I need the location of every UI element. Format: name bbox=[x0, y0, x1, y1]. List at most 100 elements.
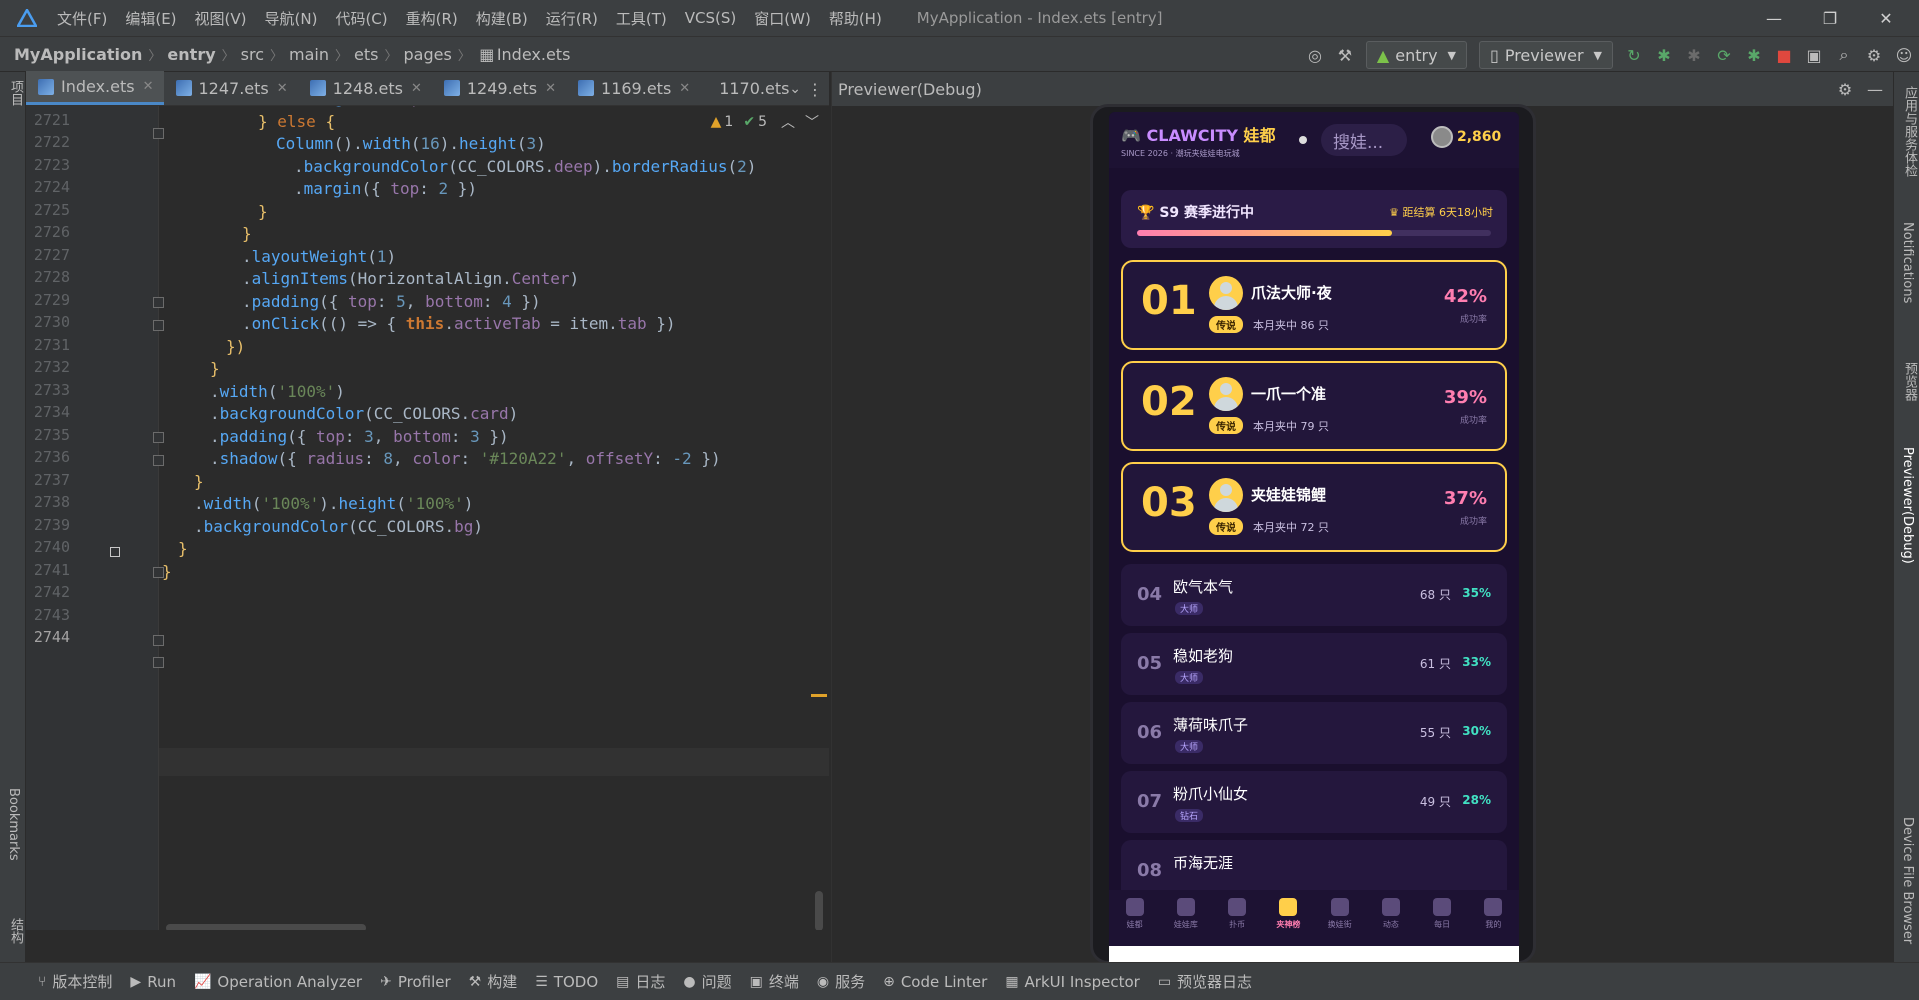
module-select[interactable]: ▲ entry ▼ bbox=[1365, 41, 1468, 69]
hammer-icon[interactable]: ⚒ bbox=[1330, 40, 1360, 70]
device-manager-icon[interactable]: ▣ bbox=[1799, 40, 1829, 70]
tool-notifications[interactable]: Notifications bbox=[1900, 222, 1915, 303]
tool-code-linter[interactable]: ⊕ Code Linter bbox=[883, 973, 987, 991]
tool-structure[interactable]: 结构 bbox=[6, 918, 25, 944]
tool-previewer-log[interactable]: ▭ 预览器日志 bbox=[1158, 971, 1252, 992]
tab-feed[interactable]: 动态 bbox=[1365, 890, 1416, 946]
tab-index-ets[interactable]: Index.ets ✕ bbox=[26, 71, 164, 105]
search-input[interactable]: 搜娃... bbox=[1321, 124, 1407, 156]
breadcrumb-pages[interactable]: pages bbox=[404, 45, 452, 64]
menu-vcs[interactable]: VCS(S) bbox=[676, 9, 745, 27]
account-icon[interactable]: ☺ bbox=[1889, 40, 1919, 70]
menu-help[interactable]: 帮助(H) bbox=[820, 8, 891, 29]
tab-1169-ets[interactable]: 1169.ets ✕ bbox=[566, 71, 700, 105]
breadcrumb-module[interactable]: entry bbox=[167, 45, 215, 64]
tool-todo[interactable]: ☰ TODO bbox=[535, 973, 598, 991]
coin-balance[interactable]: 2,860 bbox=[1431, 126, 1501, 148]
target-icon[interactable]: ◎ bbox=[1300, 40, 1330, 70]
inspection-widget[interactable]: ▲ 1 ✔ 5 ︿ ﹀ bbox=[711, 112, 819, 132]
menu-refactor[interactable]: 重构(R) bbox=[397, 8, 467, 29]
close-tab-icon[interactable]: ✕ bbox=[411, 81, 422, 96]
chevron-down-icon[interactable]: ﹀ bbox=[805, 112, 819, 132]
gear-icon[interactable]: ⚙ bbox=[1859, 40, 1889, 70]
menu-code[interactable]: 代码(C) bbox=[326, 8, 396, 29]
tab-1247-ets[interactable]: 1247.ets ✕ bbox=[164, 71, 298, 105]
tab-1248-ets[interactable]: 1248.ets ✕ bbox=[298, 71, 432, 105]
list-item[interactable]: 04 欧气本气 大师 68 只 35% bbox=[1121, 564, 1507, 626]
tab-leaderboard[interactable]: 夹神榜 bbox=[1263, 890, 1314, 946]
tool-profiler[interactable]: ✈ Profiler bbox=[380, 973, 451, 991]
list-item[interactable]: 07 粉爪小仙女 钻石 49 只 28% bbox=[1121, 771, 1507, 833]
top-rank-card[interactable]: 01 爪法大师·夜 传说 本月夹中 86 只 42% 成功率 bbox=[1121, 260, 1507, 350]
list-item[interactable]: 06 薄荷味爪子 大师 55 只 30% bbox=[1121, 702, 1507, 764]
tab-profile[interactable]: 我的 bbox=[1468, 890, 1519, 946]
device-select[interactable]: ▯ Previewer ▼ bbox=[1479, 41, 1613, 69]
tab-1249-ets[interactable]: 1249.ets ✕ bbox=[432, 71, 566, 105]
tool-build[interactable]: ⚒ 构建 bbox=[469, 971, 518, 992]
tab-coins[interactable]: 扑币 bbox=[1212, 890, 1263, 946]
menu-view[interactable]: 视图(V) bbox=[186, 8, 256, 29]
tab-1170-ets[interactable]: 1170.ets bbox=[700, 71, 795, 105]
close-window-icon[interactable]: ✕ bbox=[1858, 0, 1914, 36]
vertical-scrollbar[interactable] bbox=[815, 891, 823, 930]
breakpoint-slot-icon[interactable] bbox=[110, 547, 120, 557]
breadcrumb-file[interactable]: Index.ets bbox=[497, 45, 571, 64]
more-options-icon[interactable]: ⋮ bbox=[807, 72, 823, 106]
warning-stripe[interactable] bbox=[811, 694, 827, 697]
tool-previewer-debug[interactable]: Previewer(Debug) bbox=[1900, 447, 1915, 564]
tool-version-control[interactable]: ⑂ 版本控制 bbox=[38, 971, 112, 992]
run-icon[interactable]: ↻ bbox=[1619, 40, 1649, 70]
top-rank-card[interactable]: 03 夹娃娃锦鲤 传说 本月夹中 72 只 37% 成功率 bbox=[1121, 462, 1507, 552]
horizontal-scrollbar[interactable] bbox=[166, 924, 366, 930]
rerun-icon[interactable]: ⟳ bbox=[1709, 40, 1739, 70]
tool-device-file-browser[interactable]: Device File Browser bbox=[1900, 817, 1915, 944]
close-tab-icon[interactable]: ✕ bbox=[277, 81, 288, 96]
fold-marker[interactable] bbox=[153, 432, 164, 443]
menu-run[interactable]: 运行(R) bbox=[537, 8, 607, 29]
tool-arkui-inspector[interactable]: ▦ ArkUI Inspector bbox=[1005, 973, 1140, 991]
top-rank-card[interactable]: 02 一爪一个准 传说 本月夹中 79 只 39% 成功率 bbox=[1121, 361, 1507, 451]
gear-icon[interactable]: ⚙ bbox=[1830, 74, 1860, 104]
tool-log[interactable]: ▤ 日志 bbox=[616, 971, 665, 992]
tool-services[interactable]: ◉ 服务 bbox=[817, 971, 865, 992]
tool-run[interactable]: ▶ Run bbox=[130, 973, 176, 991]
list-item[interactable]: 05 稳如老狗 大师 61 只 33% bbox=[1121, 633, 1507, 695]
menu-file[interactable]: 文件(F) bbox=[48, 8, 116, 29]
breadcrumb-project[interactable]: MyApplication bbox=[14, 45, 142, 64]
close-tab-icon[interactable]: ✕ bbox=[545, 81, 556, 96]
tool-operation-analyzer[interactable]: 📈 Operation Analyzer bbox=[194, 973, 362, 991]
tab-doll-library[interactable]: 娃娃库 bbox=[1160, 890, 1211, 946]
fold-marker[interactable] bbox=[153, 635, 164, 646]
tool-terminal[interactable]: ▣ 终端 bbox=[750, 971, 799, 992]
menu-edit[interactable]: 编辑(E) bbox=[116, 8, 185, 29]
fold-marker[interactable] bbox=[153, 128, 164, 139]
chevron-up-icon[interactable]: ︿ bbox=[781, 112, 795, 132]
search-icon[interactable]: ⌕ bbox=[1829, 40, 1859, 70]
tool-previewer[interactable]: 预览器 bbox=[1900, 362, 1919, 401]
tab-daily[interactable]: 每日 bbox=[1417, 890, 1468, 946]
menu-window[interactable]: 窗口(W) bbox=[745, 8, 820, 29]
tab-swap-street[interactable]: 换娃街 bbox=[1314, 890, 1365, 946]
close-tab-icon[interactable]: ✕ bbox=[679, 81, 690, 96]
fold-marker[interactable] bbox=[153, 297, 164, 308]
breadcrumb-ets[interactable]: ets bbox=[354, 45, 378, 64]
fold-marker[interactable] bbox=[153, 320, 164, 331]
minimize-icon[interactable]: — bbox=[1746, 0, 1802, 36]
tool-problems[interactable]: ● 问题 bbox=[683, 971, 731, 992]
breadcrumb-src[interactable]: src bbox=[241, 45, 264, 64]
profile-icon[interactable]: ✱ bbox=[1739, 40, 1769, 70]
debug-icon[interactable]: ✱ bbox=[1649, 40, 1679, 70]
restore-icon[interactable]: ❐ bbox=[1802, 0, 1858, 36]
close-tab-icon[interactable]: ✕ bbox=[143, 79, 154, 94]
attach-debugger-icon[interactable]: ✱ bbox=[1679, 40, 1709, 70]
minimize-panel-icon[interactable]: — bbox=[1860, 74, 1890, 104]
stop-icon[interactable]: ■ bbox=[1769, 40, 1799, 70]
menu-tools[interactable]: 工具(T) bbox=[607, 8, 676, 29]
breadcrumb-main[interactable]: main bbox=[289, 45, 329, 64]
tool-app-health[interactable]: 应用与服务体检 bbox=[1900, 86, 1919, 177]
tool-project[interactable]: 项目 bbox=[6, 80, 25, 106]
fold-marker[interactable] bbox=[153, 657, 164, 668]
fold-marker[interactable] bbox=[153, 455, 164, 466]
menu-navigate[interactable]: 导航(N) bbox=[256, 8, 327, 29]
menu-build[interactable]: 构建(B) bbox=[467, 8, 537, 29]
